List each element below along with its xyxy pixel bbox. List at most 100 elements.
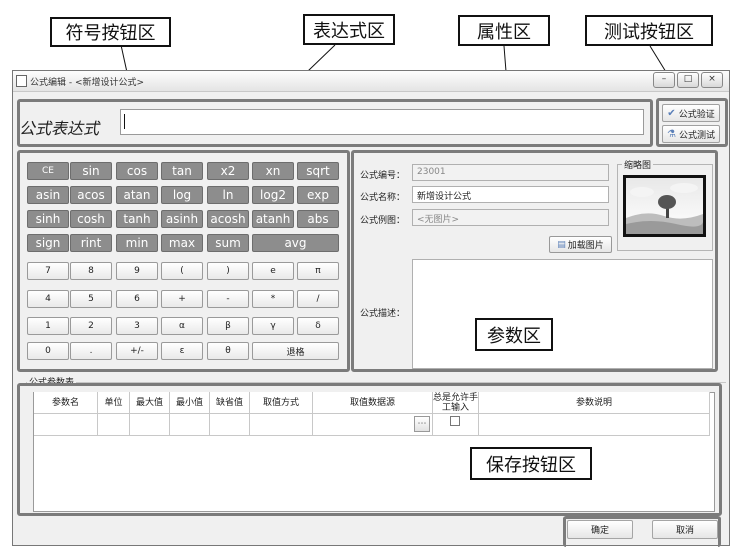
- manual-input-checkbox[interactable]: [450, 416, 460, 426]
- close-button[interactable]: ×: [701, 72, 723, 88]
- test-icon: ⚗: [667, 128, 676, 140]
- table-cell[interactable]: [210, 414, 250, 436]
- key-CE[interactable]: CE: [27, 162, 69, 180]
- column-header[interactable]: 最小值: [170, 392, 210, 414]
- callout-save-area: 保存按钮区: [470, 447, 592, 480]
- cancel-button[interactable]: 取消: [652, 520, 718, 539]
- key-sqrt[interactable]: sqrt: [297, 162, 339, 180]
- key-ln[interactable]: ln: [207, 186, 249, 204]
- column-header[interactable]: 单位: [98, 392, 130, 414]
- formula-example-field[interactable]: <无图片>: [412, 209, 609, 226]
- formula-desc-textarea[interactable]: [412, 259, 713, 369]
- key-4[interactable]: 4: [27, 290, 69, 308]
- test-formula-button[interactable]: ⚗ 公式测试: [662, 125, 720, 143]
- column-header[interactable]: 总是允许手工输入: [433, 392, 479, 414]
- table-cell[interactable]: [130, 414, 170, 436]
- landscape-picture: [626, 178, 703, 234]
- key-x2[interactable]: x2: [207, 162, 249, 180]
- key-1[interactable]: 1: [27, 317, 69, 335]
- callout-symbol-area: 符号按钮区: [50, 17, 171, 47]
- key-+/-[interactable]: +/-: [116, 342, 158, 360]
- thumbnail-image: [623, 175, 706, 237]
- key-avg[interactable]: avg: [252, 234, 339, 252]
- table-cell[interactable]: [433, 414, 479, 436]
- key-退格[interactable]: 退格: [252, 342, 339, 360]
- load-image-label: 加载图片: [567, 241, 604, 251]
- key-min[interactable]: min: [116, 234, 158, 252]
- key-7[interactable]: 7: [27, 262, 69, 280]
- formula-name-field[interactable]: 新增设计公式: [412, 186, 609, 203]
- key-6[interactable]: 6: [116, 290, 158, 308]
- key-+[interactable]: +: [161, 290, 203, 308]
- key-atanh[interactable]: atanh: [252, 210, 294, 228]
- key-acos[interactable]: acos: [70, 186, 112, 204]
- key--[interactable]: -: [207, 290, 249, 308]
- table-cell[interactable]: [250, 414, 313, 436]
- key-tan[interactable]: tan: [161, 162, 203, 180]
- app-icon: [16, 75, 27, 87]
- key-3[interactable]: 3: [116, 317, 158, 335]
- minimize-button[interactable]: –: [653, 72, 675, 88]
- key-.[interactable]: .: [70, 342, 112, 360]
- key-sign[interactable]: sign: [27, 234, 69, 252]
- key-abs[interactable]: abs: [297, 210, 339, 228]
- datasource-picker-button[interactable]: ⋯: [414, 416, 430, 432]
- key-max[interactable]: max: [161, 234, 203, 252]
- column-header[interactable]: 取值方式: [250, 392, 313, 414]
- column-header[interactable]: 缺省值: [210, 392, 250, 414]
- expression-input[interactable]: [120, 109, 644, 135]
- table-cell[interactable]: ⋯: [313, 414, 433, 436]
- key-atan[interactable]: atan: [116, 186, 158, 204]
- key-acosh[interactable]: acosh: [207, 210, 249, 228]
- key-α[interactable]: α: [161, 317, 203, 335]
- key-ε[interactable]: ε: [161, 342, 203, 360]
- key-cosh[interactable]: cosh: [70, 210, 112, 228]
- key-log2[interactable]: log2: [252, 186, 294, 204]
- table-cell[interactable]: [98, 414, 130, 436]
- key-sum[interactable]: sum: [207, 234, 249, 252]
- maximize-button[interactable]: □: [677, 72, 699, 88]
- key-δ[interactable]: δ: [297, 317, 339, 335]
- table-cell[interactable]: [170, 414, 210, 436]
- formula-name-label: 公式名称：: [360, 193, 406, 203]
- key-9[interactable]: 9: [116, 262, 158, 280]
- column-header[interactable]: 参数名: [34, 392, 98, 414]
- key-log[interactable]: log: [161, 186, 203, 204]
- key-sinh[interactable]: sinh: [27, 210, 69, 228]
- key-*[interactable]: *: [252, 290, 294, 308]
- verify-formula-button[interactable]: ✔ 公式验证: [662, 104, 720, 122]
- key-xn[interactable]: xn: [252, 162, 294, 180]
- table-cell[interactable]: [479, 414, 710, 436]
- key-8[interactable]: 8: [70, 262, 112, 280]
- key-sin[interactable]: sin: [70, 162, 112, 180]
- key-rint[interactable]: rint: [70, 234, 112, 252]
- key-θ[interactable]: θ: [207, 342, 249, 360]
- table-cell[interactable]: [34, 414, 98, 436]
- key-/[interactable]: /: [297, 290, 339, 308]
- callout-param-area: 参数区: [475, 318, 553, 351]
- formula-code-field[interactable]: 23001: [412, 164, 609, 181]
- callout-property-area: 属性区: [458, 15, 550, 46]
- column-header[interactable]: 最大值: [130, 392, 170, 414]
- ok-button[interactable]: 确定: [567, 520, 633, 539]
- key-cos[interactable]: cos: [116, 162, 158, 180]
- key-0[interactable]: 0: [27, 342, 69, 360]
- key-β[interactable]: β: [207, 317, 249, 335]
- key-exp[interactable]: exp: [297, 186, 339, 204]
- key-π[interactable]: π: [297, 262, 339, 280]
- key-([interactable]: (: [161, 262, 203, 280]
- formula-code-label: 公式编号：: [360, 171, 406, 181]
- key-2[interactable]: 2: [70, 317, 112, 335]
- key-tanh[interactable]: tanh: [116, 210, 158, 228]
- callout-expression-area: 表达式区: [303, 14, 395, 45]
- key-asin[interactable]: asin: [27, 186, 69, 204]
- load-image-button[interactable]: ▤ 加载图片: [549, 236, 612, 253]
- formula-example-label: 公式例图：: [360, 216, 406, 226]
- column-header[interactable]: 参数说明: [479, 392, 710, 414]
- key-γ[interactable]: γ: [252, 317, 294, 335]
- key-5[interactable]: 5: [70, 290, 112, 308]
- key-asinh[interactable]: asinh: [161, 210, 203, 228]
- column-header[interactable]: 取值数据源: [313, 392, 433, 414]
- key-e[interactable]: e: [252, 262, 294, 280]
- key-)[interactable]: ): [207, 262, 249, 280]
